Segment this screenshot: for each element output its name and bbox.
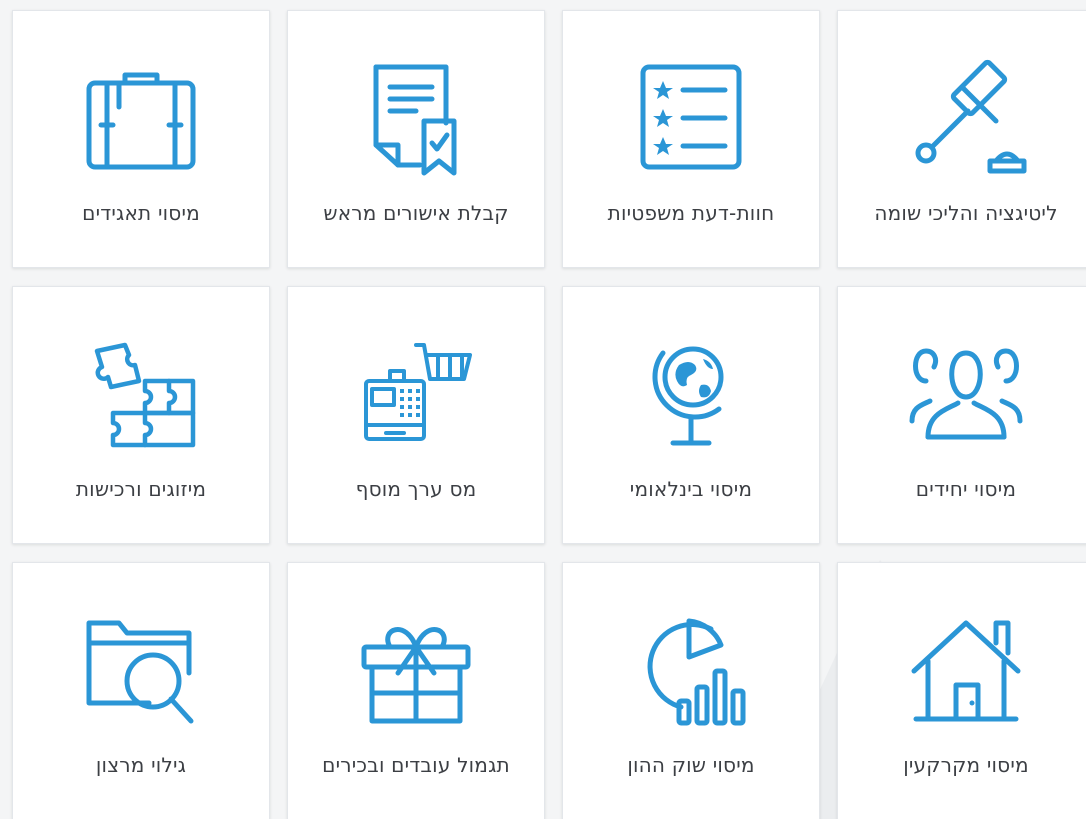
service-label: ליטיגציה והליכי שומה <box>874 201 1058 225</box>
service-tile-real-estate-tax[interactable]: מיסוי מקרקעין <box>837 562 1086 819</box>
cash-register-cart-icon <box>288 341 544 453</box>
folder-search-icon <box>13 617 269 729</box>
services-grid: ליטיגציה והליכי שומה חוות-דעת משפטיות קב… <box>0 0 1086 819</box>
service-label: מיסוי שוק ההון <box>627 753 755 777</box>
service-label: תגמול עובדים ובכירים <box>322 753 510 777</box>
service-label: מיזוגים ורכישות <box>75 477 207 501</box>
service-label: מיסוי מקרקעין <box>903 753 1029 777</box>
service-tile-litigation[interactable]: ליטיגציה והליכי שומה <box>837 10 1086 268</box>
service-label: מיסוי יחידים <box>915 477 1017 501</box>
service-tile-mergers-acquisitions[interactable]: מיזוגים ורכישות <box>12 286 270 544</box>
service-label: חוות-דעת משפטיות <box>607 201 775 225</box>
service-tile-vat[interactable]: מס ערך מוסף <box>287 286 545 544</box>
globe-icon <box>563 341 819 453</box>
service-tile-corporate-tax[interactable]: מיסוי תאגידים <box>12 10 270 268</box>
puzzle-icon <box>13 341 269 453</box>
service-tile-voluntary-disclosure[interactable]: גילוי מרצון <box>12 562 270 819</box>
approved-document-icon <box>288 64 544 177</box>
star-list-icon <box>563 64 819 177</box>
service-tile-individual-tax[interactable]: מיסוי יחידים <box>837 286 1086 544</box>
service-label: מס ערך מוסף <box>355 477 477 501</box>
service-tile-capital-markets-tax[interactable]: מיסוי שוק ההון <box>562 562 820 819</box>
service-tile-international-tax[interactable]: מיסוי בינלאומי <box>562 286 820 544</box>
house-icon <box>838 617 1086 729</box>
service-label: מיסוי תאגידים <box>82 201 200 225</box>
service-tile-pre-rulings[interactable]: קבלת אישורים מראש <box>287 10 545 268</box>
service-tile-employee-compensation[interactable]: תגמול עובדים ובכירים <box>287 562 545 819</box>
gavel-icon <box>838 59 1086 177</box>
services-page: ליטיגציה והליכי שומה חוות-דעת משפטיות קב… <box>0 0 1086 819</box>
gift-icon <box>288 617 544 729</box>
service-tile-legal-opinions[interactable]: חוות-דעת משפטיות <box>562 10 820 268</box>
service-label: קבלת אישורים מראש <box>323 201 509 225</box>
people-icon <box>838 341 1086 453</box>
briefcase-icon <box>13 65 269 177</box>
service-label: מיסוי בינלאומי <box>629 477 753 501</box>
pie-bar-chart-icon <box>563 617 819 729</box>
service-label: גילוי מרצון <box>95 753 187 777</box>
